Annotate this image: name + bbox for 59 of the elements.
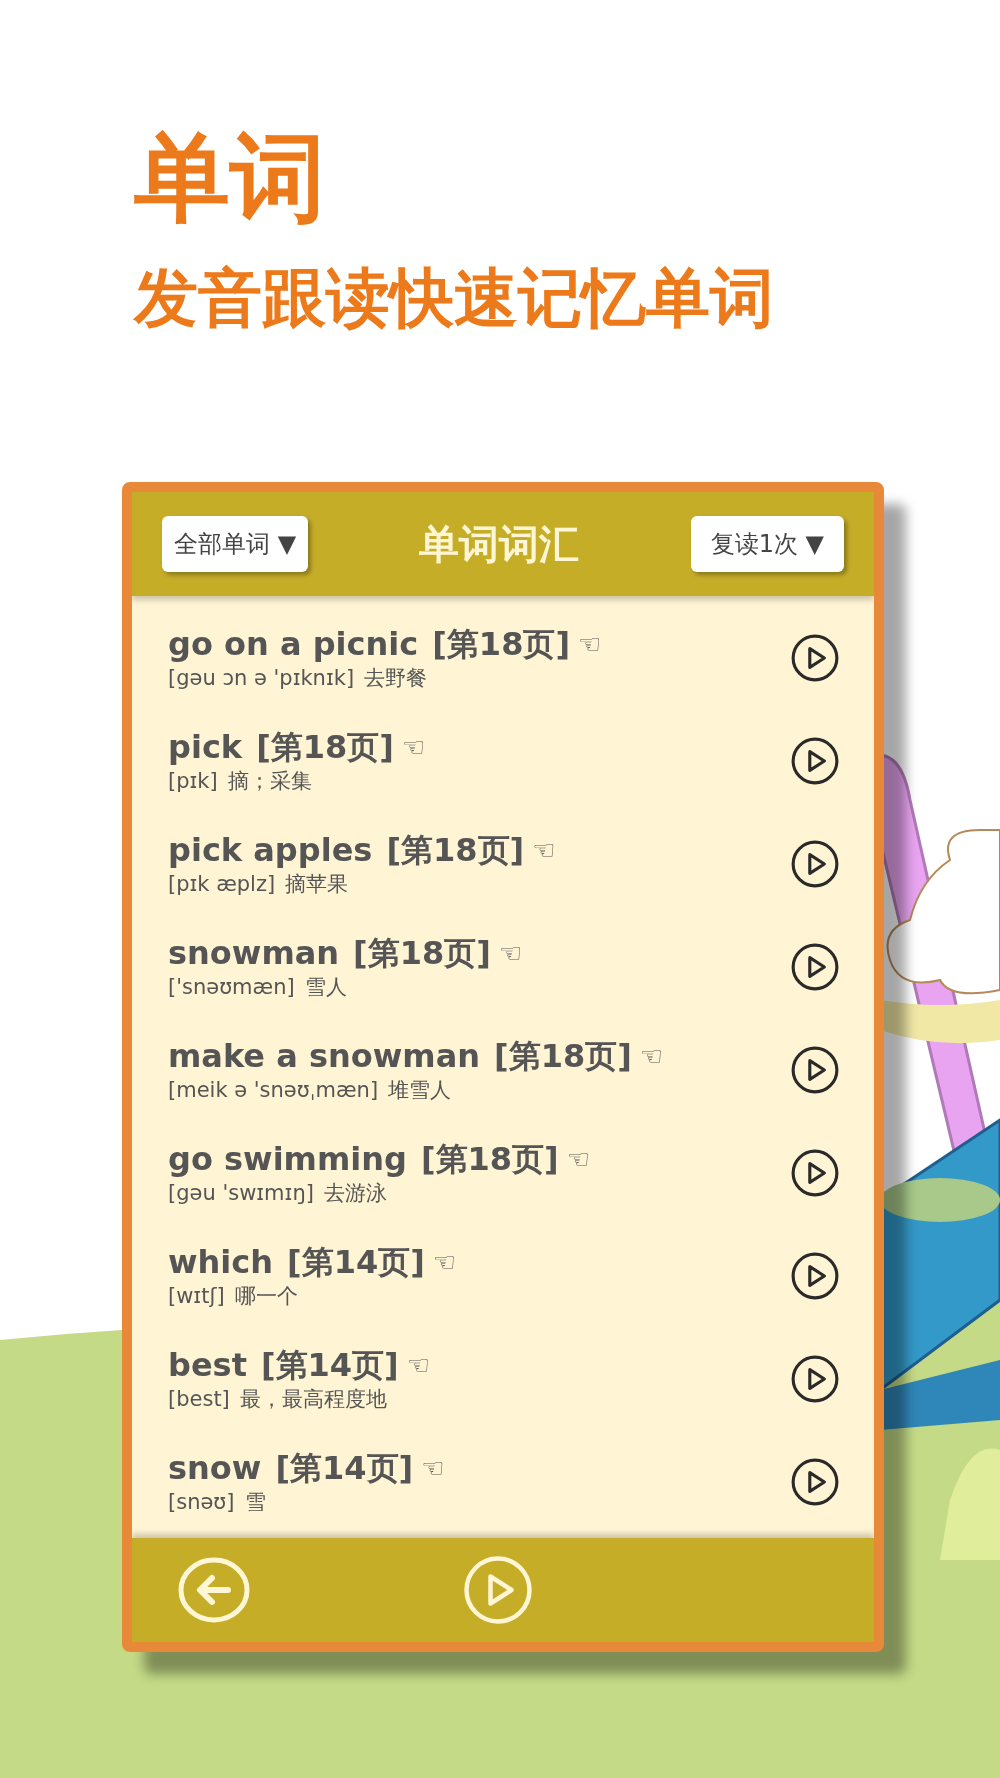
pointing-hand-icon: ☜ — [432, 1246, 457, 1277]
word-text: pick — [168, 726, 243, 767]
phonetic-text: [gəu ɔn ə 'pɪknɪk] — [168, 664, 355, 692]
meaning-text: 最，最高程度地 — [239, 1385, 387, 1413]
word-text: which — [168, 1241, 274, 1282]
word-text: make a snowman — [168, 1035, 481, 1076]
page-ref: [第18页] — [386, 829, 525, 870]
phonetic-text: [wɪtʃ] — [168, 1282, 225, 1310]
phonetic-text: [gəu 'swɪmɪŋ] — [168, 1179, 314, 1207]
word-text: pick apples — [168, 829, 373, 870]
play-icon[interactable] — [790, 1044, 840, 1095]
play-icon[interactable] — [790, 941, 840, 992]
phonetic-text: [snəʊ] — [168, 1488, 235, 1516]
phonetic-text: ['snəʊmæn] — [168, 973, 295, 1001]
pointing-hand-icon: ☜ — [421, 1452, 445, 1483]
phonetic-text: [pɪk æplz] — [168, 870, 276, 898]
play-icon[interactable] — [790, 735, 840, 786]
page-ref: [第18页] — [432, 623, 570, 664]
meaning-text: 摘；采集 — [227, 767, 312, 795]
play-icon[interactable] — [790, 838, 840, 889]
pointing-hand-icon: ☜ — [566, 1143, 591, 1174]
meaning-text: 哪一个 — [234, 1282, 298, 1310]
word-text: best — [168, 1344, 247, 1385]
pointing-hand-icon: ☜ — [578, 628, 602, 659]
meaning-text: 摘苹果 — [285, 870, 349, 898]
page-ref: [第18页] — [256, 726, 394, 767]
phonetic-text: [meik ə 'snəʊˌmæn] — [168, 1076, 379, 1104]
pointing-hand-icon: ☜ — [406, 1349, 431, 1380]
play-icon[interactable] — [790, 1456, 840, 1507]
word-text: go swimming — [168, 1138, 407, 1179]
pointing-hand-icon: ☜ — [639, 1040, 664, 1071]
headline: 单词 — [134, 120, 326, 236]
word-text: go on a picnic — [168, 623, 419, 664]
page-ref: [第18页] — [353, 932, 491, 973]
page-ref: [第18页] — [420, 1138, 559, 1179]
pointing-hand-icon: ☜ — [532, 834, 556, 865]
play-icon[interactable] — [790, 632, 840, 683]
header-title: 单词词汇 — [419, 519, 580, 569]
phonetic-text: [pɪk] — [168, 767, 218, 795]
meaning-text: 去野餐 — [364, 664, 428, 692]
pointing-hand-icon: ☜ — [401, 731, 426, 762]
repeat-dropdown[interactable]: 复读1次 ▼ — [690, 516, 844, 572]
meaning-text: 堆雪人 — [388, 1076, 452, 1104]
meaning-text: 去游泳 — [323, 1179, 387, 1207]
play-icon[interactable] — [790, 1250, 840, 1301]
page-ref: [第14页] — [287, 1241, 425, 1282]
filter-dropdown[interactable]: 全部单词 ▼ — [162, 516, 309, 572]
meaning-text: 雪 — [244, 1488, 266, 1516]
word-text: snow — [168, 1447, 262, 1488]
page-ref: [第14页] — [260, 1344, 399, 1385]
phonetic-text: [best] — [168, 1385, 230, 1413]
page-ref: [第18页] — [494, 1035, 632, 1076]
play-icon[interactable] — [790, 1353, 840, 1404]
tagline: 发音跟读快速记忆单词 — [134, 260, 774, 336]
meaning-text: 雪人 — [304, 973, 347, 1001]
word-text: snowman — [168, 932, 340, 973]
page-ref: [第14页] — [275, 1447, 414, 1488]
pointing-hand-icon: ☜ — [498, 937, 523, 968]
play-icon[interactable] — [790, 1147, 840, 1198]
